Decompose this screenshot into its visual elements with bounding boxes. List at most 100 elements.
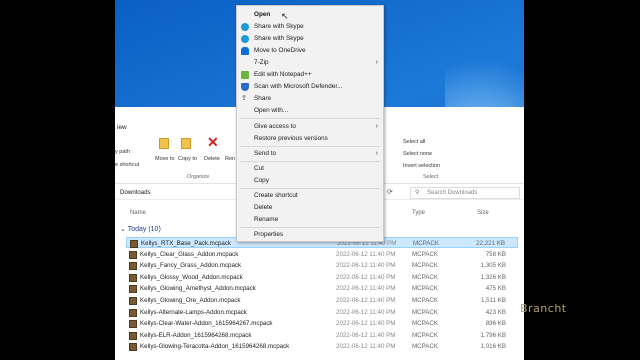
menu-item-move-onedrive[interactable]: Move to OneDrive (237, 45, 383, 57)
file-date: 2022-06-12 11:40 PM (336, 273, 396, 281)
file-size: 1,016 KB (480, 343, 506, 351)
file-row[interactable]: Kellys_Clear_Glass_Addon.mcpack 2022-06-1… (126, 249, 518, 260)
mcpack-file-icon (129, 331, 137, 340)
onedrive-icon (241, 47, 249, 55)
file-name: Kellys-Alternate-Lamps-Addon.mcpack (140, 308, 247, 316)
context-menu: Open Share with Skype Share with Skype M… (236, 5, 384, 242)
menu-item-defender[interactable]: Scan with Microsoft Defender... (237, 81, 383, 93)
select-all-button[interactable]: Select all (403, 139, 425, 145)
file-date: 2022-06-12 11:40 PM (336, 297, 396, 304)
menu-item-create-shortcut[interactable]: Create shortcut (237, 190, 383, 202)
file-row[interactable]: Kellys-Glowing-Teracotta-Addon_161596426… (126, 341, 518, 352)
watermark: Brancht (520, 302, 567, 315)
move-to-button[interactable]: Move to (155, 156, 175, 162)
paste-shortcut-button[interactable]: e shortcut (115, 162, 139, 168)
menu-separator (240, 146, 380, 147)
column-size[interactable]: Size (477, 210, 489, 216)
file-date: 2022-06-12 11:40 PM (336, 285, 396, 293)
copy-path-button[interactable]: y path (115, 149, 130, 155)
menu-item-share-skype-1[interactable]: Share with Skype (237, 21, 383, 33)
chevron-right-icon: › (375, 59, 378, 66)
menu-item-notepad[interactable]: Edit with Notepad++ (237, 69, 383, 81)
file-row[interactable]: Kellys_Glowing_Amethyst_Addon.mcpack 2022… (126, 283, 518, 294)
delete-icon: ✕ (207, 134, 219, 150)
menu-item-delete[interactable]: Delete (237, 202, 383, 214)
file-size: 1,305 KB (480, 262, 506, 270)
file-name: Kellys-Clear-Water-Addon_1615964267.mcpa… (140, 320, 273, 328)
chevron-right-icon: › (375, 123, 378, 130)
menu-separator (240, 227, 380, 228)
file-name: Kellys-ELR-Addon_1615964268.mcpack (140, 331, 252, 339)
mcpack-file-icon (129, 308, 137, 317)
file-row[interactable]: Kellys_Fancy_Grass_Addon.mcpack 2022-06-1… (126, 260, 518, 271)
file-date: 2022-06-12 11:40 PM (336, 331, 396, 339)
file-type: MCPACK (412, 285, 439, 293)
menu-item-copy[interactable]: Copy (237, 175, 383, 187)
mcpack-file-icon (129, 250, 137, 259)
menu-item-properties[interactable]: Properties (237, 229, 383, 241)
menu-separator (240, 118, 380, 119)
share-icon: ⇪ (241, 95, 247, 102)
rename-button[interactable]: Ren (225, 156, 235, 162)
column-type[interactable]: Type (412, 210, 425, 216)
menu-item-rename[interactable]: Rename (237, 214, 383, 226)
file-name: Kellys-Glowing-Teracotta-Addon_161596426… (140, 343, 290, 351)
menu-item-open-with[interactable]: Open with... (237, 105, 383, 117)
menu-separator (240, 188, 380, 189)
file-name: Kellys_Glossy_Wood_Addon.mcpack (140, 273, 243, 281)
skype-icon (241, 35, 249, 43)
menu-item-share[interactable]: ⇪ Share (237, 93, 383, 105)
file-row[interactable]: Kellys-ELR-Addon_1615964268.mcpack 2022-0… (126, 330, 518, 341)
invert-selection-button[interactable]: Invert selection (403, 163, 440, 169)
mcpack-file-icon (129, 273, 137, 282)
file-date: 2022-06-12 11:40 PM (336, 262, 396, 270)
file-size: 1,326 KB (480, 273, 506, 281)
file-row[interactable]: Kellys-Clear-Water-Addon_1615964267.mcpa… (126, 318, 518, 329)
file-size: 896 KB (485, 320, 506, 328)
notepad-icon (241, 71, 249, 79)
file-name: Kellys_Glowing_Ore_Addon.mcpack (140, 297, 241, 304)
file-size: 1,796 KB (480, 331, 506, 339)
file-row[interactable]: Kellys_Glossy_Wood_Addon.mcpack 2022-06-1… (126, 272, 518, 283)
group-label: Today (10) (127, 226, 161, 233)
refresh-icon[interactable]: ⟳ (387, 188, 393, 196)
delete-button[interactable]: Delete (204, 156, 220, 162)
mcpack-file-icon (129, 297, 137, 305)
file-date: 2022-06-12 11:40 PM (336, 308, 396, 316)
select-none-button[interactable]: Select none (403, 151, 432, 157)
chevron-down-icon: ⌄ (120, 226, 126, 233)
search-input[interactable]: ⚲ Search Downloads (410, 187, 520, 199)
file-date: 2022-06-12 11:40 PM (336, 250, 396, 258)
mcpack-file-icon (129, 320, 137, 329)
search-placeholder: Search Downloads (427, 190, 478, 196)
file-type: MCPACK (412, 273, 439, 281)
menu-item-open[interactable]: Open (237, 9, 383, 21)
file-row[interactable]: Kellys-Alternate-Lamps-Addon.mcpack 2022-… (126, 307, 518, 318)
file-size: 758 KB (485, 250, 506, 258)
menu-item-restore[interactable]: Restore previous versions (237, 133, 383, 145)
file-date: 2022-06-12 11:40 PM (336, 343, 396, 351)
menu-item-7zip[interactable]: 7-Zip › (237, 57, 383, 69)
address-path[interactable]: Downloads (120, 189, 151, 196)
mcpack-file-icon (129, 262, 137, 271)
organize-group-label: Organize (187, 174, 210, 180)
menu-item-give-access[interactable]: Give access to › (237, 121, 383, 133)
tab-view[interactable]: iew (117, 124, 127, 131)
column-name[interactable]: Name (130, 210, 146, 216)
file-type: MCPACK (412, 250, 439, 258)
mouse-cursor-icon: ↖ (281, 11, 289, 21)
group-header[interactable]: ⌄ Today (10) (120, 225, 161, 233)
file-row[interactable]: Kellys_Glowing_Ore_Addon.mcpack 2022-06-1… (126, 295, 518, 306)
shield-icon (241, 83, 249, 91)
menu-separator (240, 161, 380, 162)
menu-item-cut[interactable]: Cut (237, 163, 383, 175)
file-type: MCPACK (412, 262, 439, 270)
file-size: 475 KB (485, 285, 506, 293)
file-type: MCPACK (412, 308, 439, 316)
menu-item-share-skype-2[interactable]: Share with Skype (237, 33, 383, 45)
copy-to-button[interactable]: Copy to (178, 156, 197, 162)
menu-item-send-to[interactable]: Send to › (237, 148, 383, 160)
search-icon: ⚲ (415, 190, 420, 196)
mcpack-file-icon (130, 240, 138, 248)
file-name: Kellys_Clear_Glass_Addon.mcpack (140, 250, 239, 258)
